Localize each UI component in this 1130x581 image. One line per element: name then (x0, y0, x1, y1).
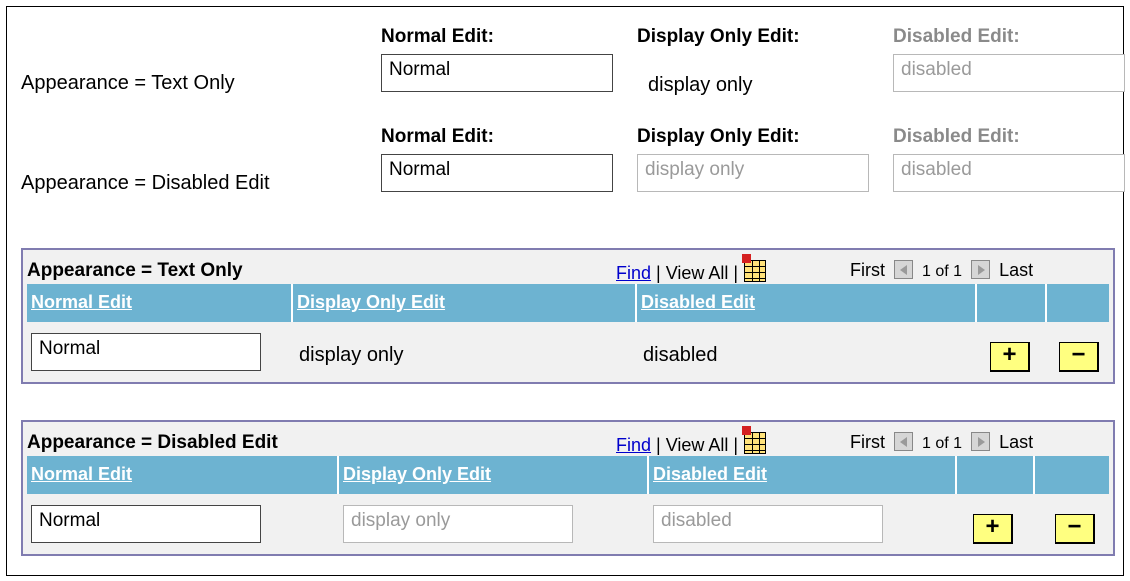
view-all-link[interactable]: | View All | (656, 263, 738, 283)
grid-nav-links: Find | View All | (616, 426, 767, 456)
download-grid-icon[interactable] (742, 426, 767, 454)
grid-nav-links: Find | View All | (616, 254, 767, 284)
row-label-text-only: Appearance = Text Only (21, 72, 235, 94)
display-only-edit-header-2: Display Only Edit: (637, 126, 800, 147)
page-counter: 1 of 1 (922, 435, 963, 452)
column-delete (1035, 456, 1113, 494)
column-add (977, 284, 1047, 322)
grid-title: Appearance = Text Only (27, 260, 243, 281)
disabled-edit-header-2: Disabled Edit: (893, 126, 1020, 147)
disabled-cell: disabled (643, 344, 718, 366)
grid-column-headers: Normal Edit Display Only Edit Disabled E… (27, 284, 1109, 322)
display-only-cell: display only (343, 505, 573, 543)
column-add (957, 456, 1035, 494)
next-arrow-icon[interactable] (971, 260, 991, 279)
column-disabled-edit[interactable]: Disabled Edit (649, 456, 957, 494)
display-only-field-2: display only (637, 154, 869, 192)
row-label-disabled-edit: Appearance = Disabled Edit (21, 172, 270, 194)
normal-edit-header-1: Normal Edit: (381, 26, 494, 47)
grid-text-only: Appearance = Text Only Find | View All |… (21, 248, 1115, 384)
grid-disabled-edit: Appearance = Disabled Edit Find | View A… (21, 420, 1115, 556)
previous-arrow-icon[interactable] (894, 432, 914, 451)
column-display-only-edit[interactable]: Display Only Edit (339, 456, 649, 494)
next-arrow-icon[interactable] (971, 432, 991, 451)
previous-arrow-icon[interactable] (894, 260, 914, 279)
disabled-edit-field-1: disabled (893, 54, 1125, 92)
delete-row-button[interactable]: − (1055, 514, 1095, 544)
normal-edit-field-2[interactable]: Normal (381, 154, 613, 192)
column-disabled-edit[interactable]: Disabled Edit (637, 284, 977, 322)
first-label: First (850, 260, 885, 280)
column-normal-edit[interactable]: Normal Edit (27, 456, 339, 494)
grid-pager: First 1 of 1 Last (850, 432, 1033, 453)
normal-edit-cell[interactable]: Normal (31, 333, 261, 371)
display-only-edit-header-1: Display Only Edit: (637, 26, 800, 47)
column-display-only-edit[interactable]: Display Only Edit (293, 284, 637, 322)
column-normal-edit[interactable]: Normal Edit (27, 284, 293, 322)
normal-edit-cell[interactable]: Normal (31, 505, 261, 543)
disabled-edit-field-2: disabled (893, 154, 1125, 192)
page-counter: 1 of 1 (922, 263, 963, 280)
find-link[interactable]: Find (616, 263, 651, 283)
delete-row-button[interactable]: − (1059, 342, 1099, 372)
display-only-cell: display only (299, 344, 404, 366)
table-row: Normal display only disabled + − (27, 496, 1109, 544)
column-delete (1047, 284, 1113, 322)
download-grid-icon[interactable] (742, 254, 767, 282)
display-only-value-1: display only (648, 74, 753, 96)
disabled-edit-header-1: Disabled Edit: (893, 26, 1020, 47)
normal-edit-field-1[interactable]: Normal (381, 54, 613, 92)
last-label: Last (999, 260, 1034, 280)
disabled-cell: disabled (653, 505, 883, 543)
add-row-button[interactable]: + (990, 342, 1030, 372)
find-link[interactable]: Find (616, 435, 651, 455)
grid-title: Appearance = Disabled Edit (27, 432, 278, 453)
normal-edit-header-2: Normal Edit: (381, 126, 494, 147)
grid-column-headers: Normal Edit Display Only Edit Disabled E… (27, 456, 1109, 494)
add-row-button[interactable]: + (973, 514, 1013, 544)
grid-pager: First 1 of 1 Last (850, 260, 1033, 281)
last-label: Last (999, 432, 1034, 452)
first-label: First (850, 432, 885, 452)
view-all-link[interactable]: | View All | (656, 435, 738, 455)
table-row: Normal display only disabled + − (27, 324, 1109, 372)
